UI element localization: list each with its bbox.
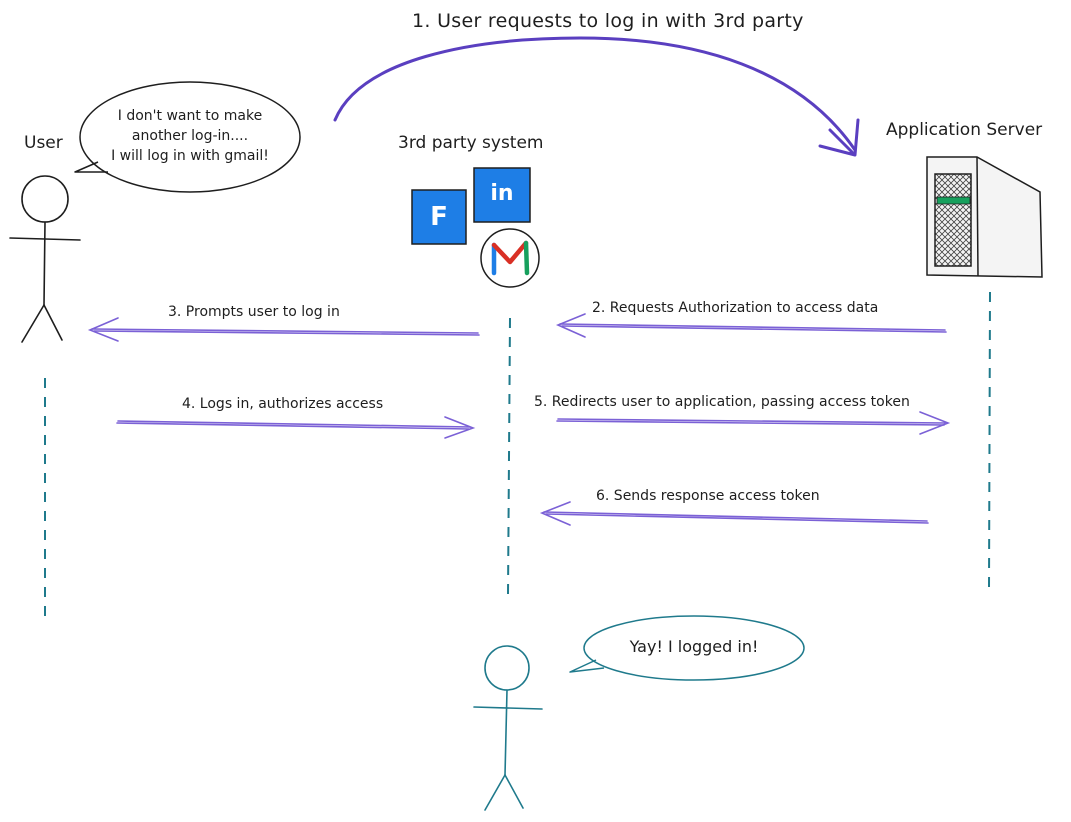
step6-label: 6. Sends response access token [596,488,820,504]
gmail-logo-circle [480,228,540,288]
step3-label: 3. Prompts user to log in [168,304,340,320]
step2-label: 2. Requests Authorization to access data [592,300,879,316]
user-speech-line-3: I will log in with gmail! [111,148,269,164]
third-party-actor-label: 3rd party system [398,133,544,153]
user-stick-figure [9,175,81,343]
user-actor-label: User [24,133,63,153]
step6-arrow [539,501,929,526]
step1-label: 1. User requests to log in with 3rd part… [412,10,804,32]
user-speech-line-1: I don't want to make [117,108,263,124]
user-speech-text: I don't want to make another log-in.... … [90,106,290,166]
user-speech-line-2: another log-in.... [131,128,249,144]
step5-label: 5. Redirects user to application, passin… [534,394,910,410]
linkedin-logo: in [490,180,514,206]
app-server-actor-label: Application Server [886,120,1043,140]
server-icon [926,156,1043,278]
step5-arrow [556,411,951,435]
yay-speech-text: Yay! I logged in! [629,637,759,656]
logged-in-user-stick-figure [473,645,543,811]
step1-arrowhead-icon [818,118,860,157]
server-lifeline [988,291,991,591]
third-party-lifeline [507,317,511,596]
facebook-logo: F [430,202,448,232]
step3-arrow [87,317,480,342]
step4-label: 4. Logs in, authorizes access [182,396,384,412]
step2-arrow [555,313,947,338]
step4-arrow [116,416,476,439]
sequence-diagram: 1. User requests to log in with 3rd part… [0,0,1071,822]
